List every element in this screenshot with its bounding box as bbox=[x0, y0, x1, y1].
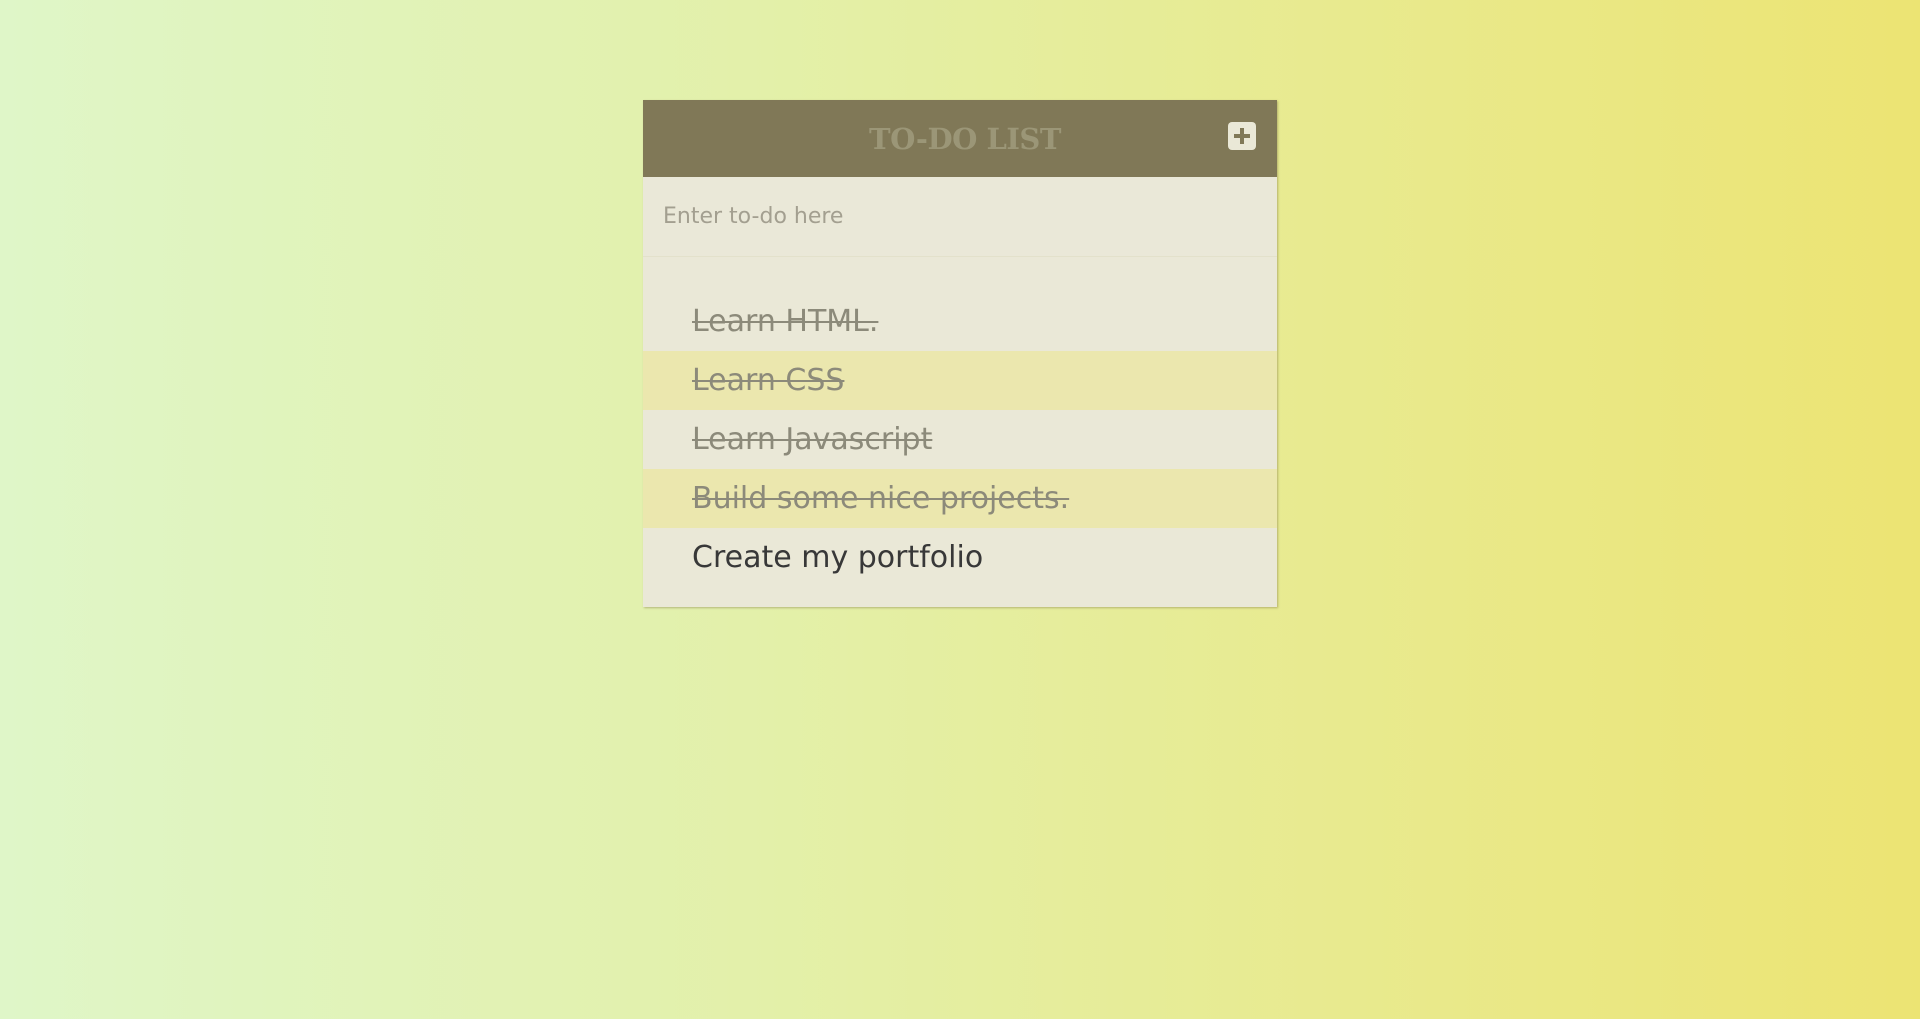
todo-item[interactable]: Create my portfolio bbox=[643, 528, 1277, 587]
todo-item[interactable]: Build some nice projects. bbox=[643, 469, 1277, 528]
todo-input[interactable] bbox=[643, 177, 1277, 257]
todo-list: Learn HTML. Learn CSS Learn Javascript B… bbox=[643, 257, 1277, 607]
todo-item[interactable]: Learn CSS bbox=[643, 351, 1277, 410]
todo-panel: TO-DO LIST Learn HTML. Learn CSS Learn J… bbox=[643, 100, 1277, 607]
todo-item[interactable]: Learn HTML. bbox=[643, 292, 1277, 351]
todo-item[interactable]: Learn Javascript bbox=[643, 410, 1277, 469]
plus-icon[interactable] bbox=[1228, 122, 1256, 150]
todo-header: TO-DO LIST bbox=[643, 100, 1277, 177]
page-title: TO-DO LIST bbox=[869, 121, 1061, 156]
